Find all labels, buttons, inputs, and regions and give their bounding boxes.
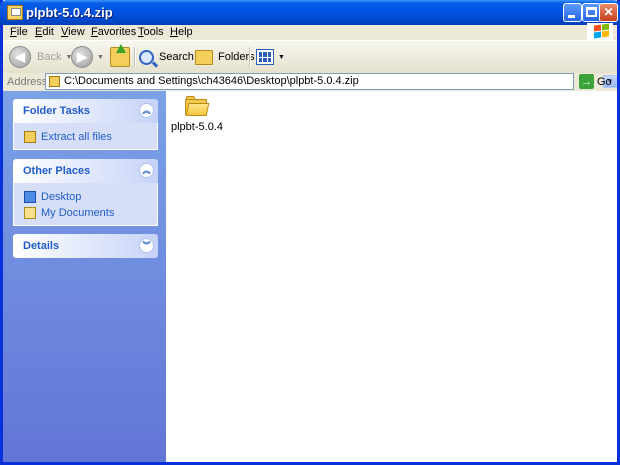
task-pane: Folder Tasks ︽ Extract all files Other P… xyxy=(3,91,166,462)
window-title: plpbt-5.0.4.zip xyxy=(26,5,113,20)
windows-logo-icon xyxy=(587,23,613,41)
extract-icon xyxy=(24,131,36,143)
address-label: Address xyxy=(7,76,48,88)
place-my-documents[interactable]: My Documents xyxy=(14,205,157,221)
up-folder-button[interactable] xyxy=(110,44,130,69)
menu-help[interactable]: Help xyxy=(170,26,193,38)
up-folder-icon xyxy=(110,44,130,67)
close-icon: ✕ xyxy=(603,5,614,19)
desktop-icon xyxy=(24,191,36,203)
folder-icon xyxy=(185,95,210,117)
folder-tasks-panel: Folder Tasks ︽ Extract all files xyxy=(13,99,158,150)
other-places-header[interactable]: Other Places ︽ xyxy=(13,159,158,183)
maximize-icon xyxy=(586,7,597,17)
panel-title: Details xyxy=(23,240,60,252)
views-icon xyxy=(256,49,274,65)
file-name: plpbt-5.0.4 xyxy=(171,121,223,133)
folders-icon xyxy=(195,49,213,65)
search-icon xyxy=(139,49,154,65)
panel-title: Folder Tasks xyxy=(23,105,91,117)
folder-tasks-header[interactable]: Folder Tasks ︽ xyxy=(13,99,158,123)
my-documents-icon xyxy=(24,207,36,219)
back-button[interactable]: ◀ Back ▼ xyxy=(9,45,72,69)
forward-dropdown-icon[interactable]: ▼ xyxy=(97,54,104,61)
task-extract-all-files[interactable]: Extract all files xyxy=(14,129,157,145)
collapse-chevron-icon[interactable]: ︽ xyxy=(139,103,154,118)
details-header[interactable]: Details ︾ xyxy=(13,234,158,258)
file-item-folder[interactable]: plpbt-5.0.4 xyxy=(170,95,224,133)
toolbar-separator xyxy=(134,47,136,67)
expand-chevron-icon[interactable]: ︾ xyxy=(139,238,154,253)
folder-tasks-body: Extract all files xyxy=(13,123,158,150)
panel-title: Other Places xyxy=(23,165,91,177)
menu-file[interactable]: File xyxy=(10,26,28,38)
explorer-window: plpbt-5.0.4.zip ✕ File Edit View Favorit… xyxy=(0,0,620,465)
forward-button[interactable]: ▶ ▼ xyxy=(71,45,104,69)
title-bar[interactable]: plpbt-5.0.4.zip ✕ xyxy=(0,0,620,25)
menu-tools[interactable]: Tools xyxy=(138,26,164,38)
folders-button[interactable]: Folders xyxy=(195,45,255,69)
go-button[interactable]: → Go xyxy=(579,73,612,90)
collapse-chevron-icon[interactable]: ︽ xyxy=(139,163,154,178)
zip-folder-icon xyxy=(49,76,60,87)
back-arrow-icon: ◀ xyxy=(9,46,31,68)
views-dropdown-icon[interactable]: ▼ xyxy=(278,54,285,61)
other-places-panel: Other Places ︽ Desktop My Documents xyxy=(13,159,158,226)
details-panel: Details ︾ xyxy=(13,234,158,258)
place-desktop[interactable]: Desktop xyxy=(14,189,157,205)
menu-view[interactable]: View xyxy=(61,26,85,38)
zip-folder-icon xyxy=(7,5,23,20)
address-bar: Address C:\Documents and Settings\ch4364… xyxy=(3,73,617,90)
menu-bar: File Edit View Favorites Tools Help xyxy=(3,23,617,41)
views-button[interactable]: ▼ xyxy=(256,45,285,69)
minimize-icon xyxy=(568,15,575,18)
close-button[interactable]: ✕ xyxy=(599,3,618,22)
file-list-view[interactable]: plpbt-5.0.4 xyxy=(166,91,617,462)
search-button[interactable]: Search xyxy=(139,45,194,69)
address-value: C:\Documents and Settings\ch43646\Deskto… xyxy=(64,75,359,87)
standard-toolbar: ◀ Back ▼ ▶ ▼ Search Folders ▼ xyxy=(3,40,617,74)
menu-edit[interactable]: Edit xyxy=(35,26,54,38)
menu-favorites[interactable]: Favorites xyxy=(91,26,136,38)
forward-arrow-icon: ▶ xyxy=(71,46,93,68)
toolbar-separator xyxy=(249,47,251,67)
other-places-body: Desktop My Documents xyxy=(13,183,158,226)
minimize-button[interactable] xyxy=(563,3,582,22)
address-input[interactable]: C:\Documents and Settings\ch43646\Deskto… xyxy=(45,73,617,90)
go-arrow-icon: → xyxy=(579,74,594,89)
